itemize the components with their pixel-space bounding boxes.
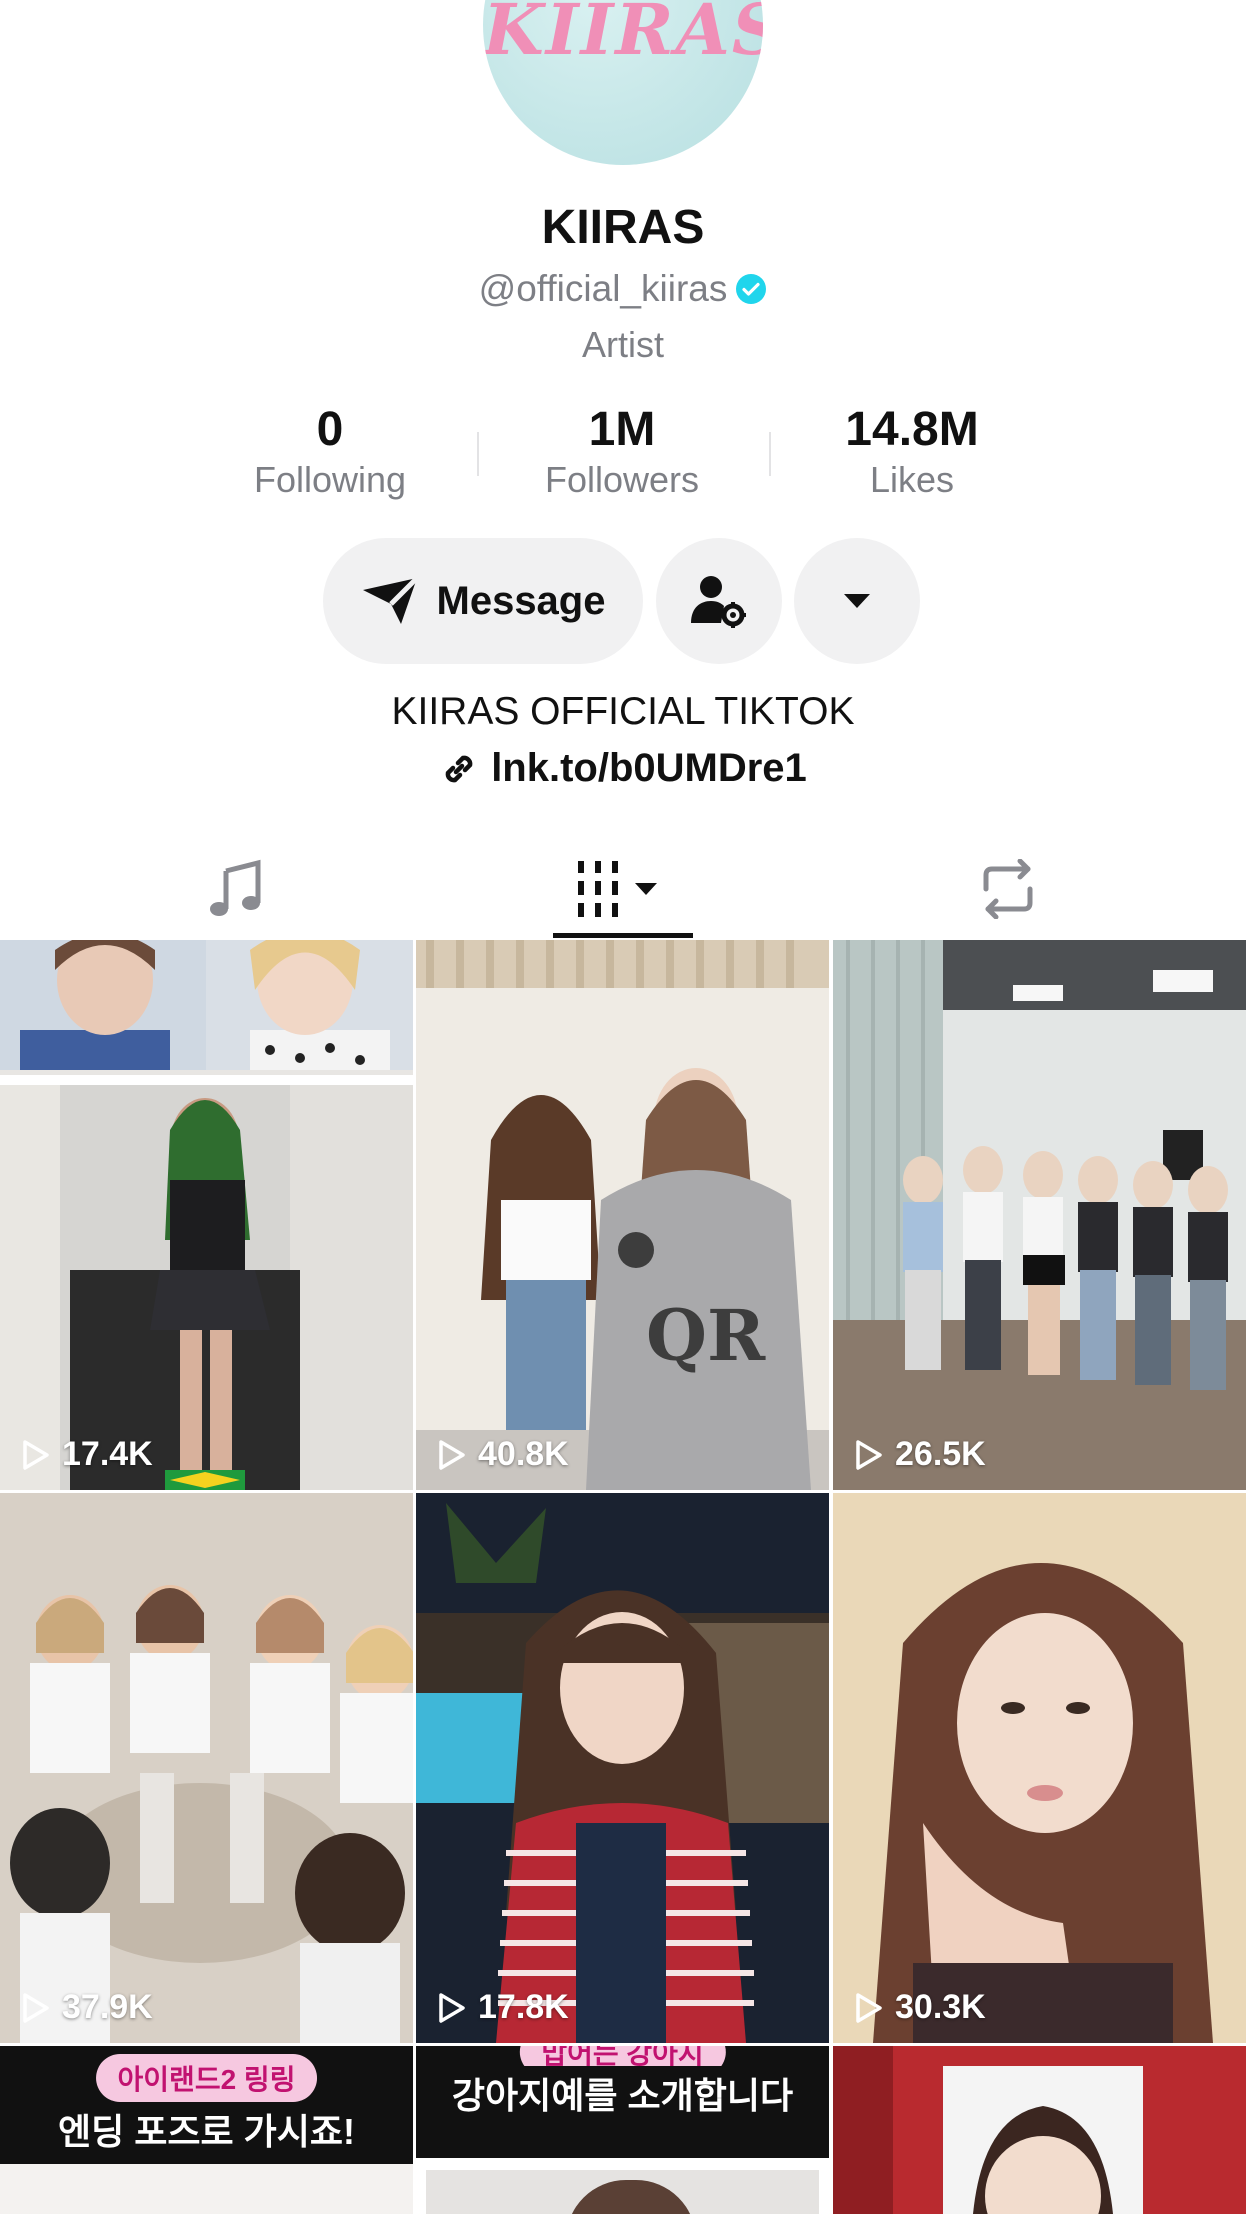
add-friend-button[interactable] <box>656 538 782 664</box>
message-button[interactable]: Message <box>323 538 643 664</box>
video-tile[interactable] <box>833 2046 1246 2214</box>
view-count-text: 37.9K <box>62 1988 153 2026</box>
video-tile[interactable]: QR 40.8K <box>416 940 829 1490</box>
tab-videos[interactable] <box>523 840 723 938</box>
content-tabs <box>0 840 1246 938</box>
stat-following[interactable]: 0 Following <box>210 402 450 502</box>
video-thumbnail: QR <box>416 940 829 1490</box>
play-icon <box>856 1992 882 2023</box>
tab-music[interactable] <box>136 840 336 938</box>
message-button-label: Message <box>436 578 606 623</box>
tab-reposts[interactable] <box>908 840 1108 938</box>
profile-handle: @official_kiiras <box>478 268 728 309</box>
video-thumbnail <box>426 2170 819 2214</box>
caption-text: 강아지예를 소개합니다 <box>416 2066 829 2126</box>
video-tile[interactable]: 아이랜드2 링링 엔딩 포즈로 가시죠! <box>0 2046 413 2214</box>
caption-pill: 아이랜드2 링링 <box>95 2054 318 2102</box>
more-options-button[interactable] <box>794 538 920 664</box>
view-count: 37.9K <box>18 1988 153 2027</box>
stat-followers[interactable]: 1M Followers <box>502 402 742 502</box>
view-count: 30.3K <box>851 1988 986 2027</box>
view-count: 17.4K <box>18 1435 153 1474</box>
caption-text: 엔딩 포즈로 가시죠! <box>0 2102 413 2162</box>
video-tile[interactable]: 17.4K <box>0 940 413 1490</box>
repost-icon <box>983 859 1033 919</box>
stat-divider <box>769 432 771 476</box>
play-icon <box>23 1439 49 1470</box>
stat-likes[interactable]: 14.8M Likes <box>792 402 1032 502</box>
video-thumbnail <box>833 1493 1246 2043</box>
stat-likes-label: Likes <box>869 459 955 500</box>
verified-badge-icon <box>736 274 767 304</box>
view-count: 17.8K <box>434 1988 569 2027</box>
video-thumbnail <box>0 2164 413 2214</box>
profile-stats: 0 Following 1M Followers 14.8M Likes <box>0 402 1246 512</box>
active-tab-indicator <box>553 933 693 938</box>
view-count-text: 17.8K <box>478 1988 569 2026</box>
view-count-text: 26.5K <box>895 1435 986 1473</box>
video-thumbnail <box>416 1493 829 2043</box>
send-icon <box>362 576 419 624</box>
profile-name: KIIRAS <box>541 201 705 254</box>
profile-avatar[interactable]: KIIRAS <box>483 0 763 165</box>
profile-category: Artist <box>581 324 664 365</box>
view-count: 40.8K <box>434 1435 569 1474</box>
play-icon <box>439 1992 465 2023</box>
stat-divider <box>477 432 479 476</box>
grid-icon <box>578 861 657 917</box>
video-tile[interactable]: 맙어는 강아지 강아지예를 소개합니다 <box>416 2046 829 2214</box>
view-count-text: 30.3K <box>895 1988 986 2026</box>
music-note-icon <box>210 859 261 916</box>
video-thumbnail <box>833 2046 1246 2214</box>
profile-link[interactable]: lnk.to/b0UMDre1 <box>0 746 1246 791</box>
video-thumbnail <box>0 940 413 1490</box>
profile-bio: KIIRAS OFFICIAL TIKTOK <box>391 690 855 733</box>
play-icon <box>856 1439 882 1470</box>
video-tile[interactable]: 30.3K <box>833 1493 1246 2043</box>
play-icon <box>439 1439 465 1470</box>
stat-followers-value: 1M <box>588 403 656 456</box>
stat-followers-label: Followers <box>544 459 700 500</box>
user-settings-icon <box>691 576 746 628</box>
handle-row: @official_kiiras <box>0 268 1246 310</box>
caret-down-icon <box>844 594 870 608</box>
video-tile[interactable]: 17.8K <box>416 1493 829 2043</box>
view-count: 26.5K <box>851 1435 986 1474</box>
profile-link-text: lnk.to/b0UMDre1 <box>491 746 807 790</box>
svg-text:QR: QR <box>646 1294 766 1377</box>
link-icon <box>445 755 473 782</box>
video-tile[interactable]: 26.5K <box>833 940 1246 1490</box>
stat-following-value: 0 <box>316 403 344 456</box>
stat-likes-value: 14.8M <box>845 403 979 456</box>
avatar-logo-text: KIIRAS <box>483 0 763 71</box>
play-icon <box>23 1992 49 2023</box>
view-count-text: 40.8K <box>478 1435 569 1473</box>
video-thumbnail <box>0 1493 413 2043</box>
video-tile[interactable]: 37.9K <box>0 1493 413 2043</box>
video-thumbnail <box>833 940 1246 1490</box>
view-count-text: 17.4K <box>62 1435 153 1473</box>
stat-following-label: Following <box>253 459 407 500</box>
